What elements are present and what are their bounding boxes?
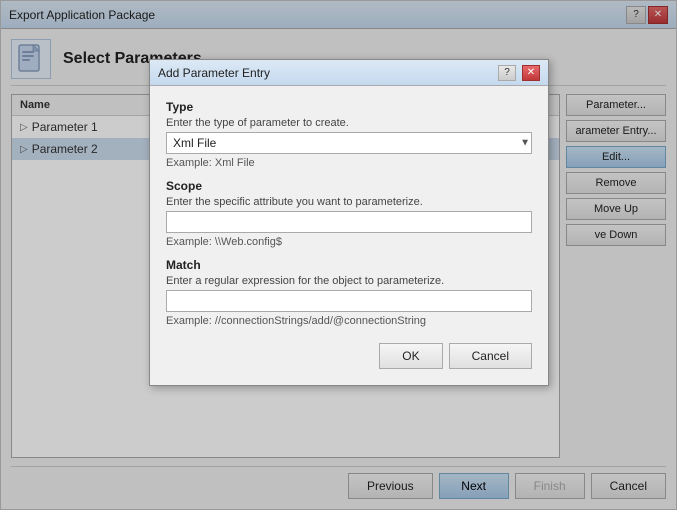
modal-overlay: Add Parameter Entry ? ✕ Type Enter the t…	[1, 1, 676, 509]
modal-close-button[interactable]: ✕	[522, 65, 540, 81]
match-field-group: Match Enter a regular expression for the…	[166, 258, 532, 327]
scope-field-group: Scope Enter the specific attribute you w…	[166, 179, 532, 248]
type-description: Enter the type of parameter to create.	[166, 117, 532, 129]
modal-help-button[interactable]: ?	[498, 65, 516, 81]
match-label: Match	[166, 258, 532, 272]
modal-window: Add Parameter Entry ? ✕ Type Enter the t…	[149, 59, 549, 386]
scope-input[interactable]	[166, 211, 532, 233]
modal-ok-button[interactable]: OK	[379, 343, 442, 369]
match-input[interactable]	[166, 290, 532, 312]
scope-description: Enter the specific attribute you want to…	[166, 196, 532, 208]
modal-content: Type Enter the type of parameter to crea…	[150, 86, 548, 385]
modal-title: Add Parameter Entry	[158, 66, 492, 80]
type-dropdown-wrapper: Xml File Text File Registry ▼	[166, 132, 532, 154]
type-field-group: Type Enter the type of parameter to crea…	[166, 100, 532, 169]
match-description: Enter a regular expression for the objec…	[166, 275, 532, 287]
type-dropdown[interactable]: Xml File Text File Registry	[166, 132, 532, 154]
scope-label: Scope	[166, 179, 532, 193]
scope-example: Example: \\Web.config$	[166, 236, 532, 248]
modal-cancel-button[interactable]: Cancel	[449, 343, 532, 369]
type-label: Type	[166, 100, 532, 114]
match-example: Example: //connectionStrings/add/@connec…	[166, 315, 532, 327]
outer-window: Export Application Package ? ✕ Select Pa…	[0, 0, 677, 510]
modal-buttons: OK Cancel	[166, 337, 532, 371]
modal-titlebar: Add Parameter Entry ? ✕	[150, 60, 548, 86]
type-example: Example: Xml File	[166, 157, 532, 169]
